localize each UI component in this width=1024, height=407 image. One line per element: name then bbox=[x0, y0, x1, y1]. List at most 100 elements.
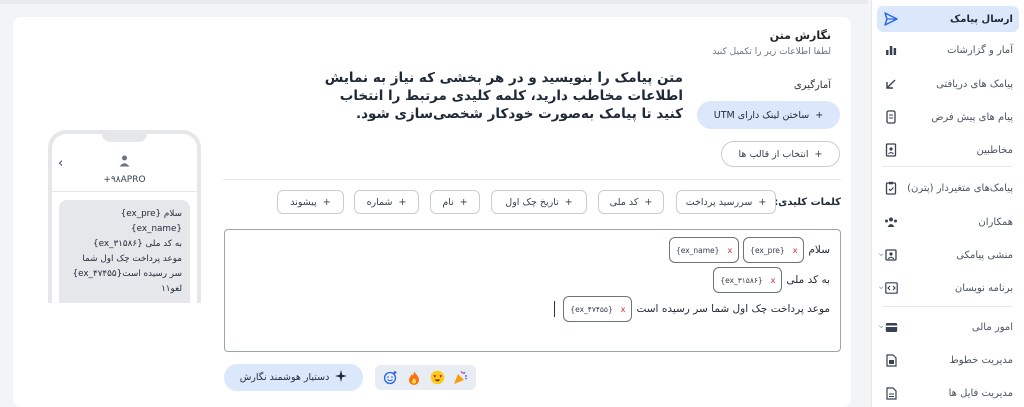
variable-tag[interactable]: {ex_pre} x bbox=[743, 237, 805, 263]
keyword-label: شماره bbox=[366, 196, 393, 208]
keyword-label: نام bbox=[442, 196, 454, 208]
sim-icon bbox=[883, 352, 899, 368]
message-line: لغو۱۱ bbox=[161, 284, 182, 294]
help-text: متن پیامک را بنویسید و در هر بخشی که نیا… bbox=[324, 70, 683, 122]
tag-text: {ex_name} bbox=[675, 245, 720, 255]
add-emoji-icon[interactable] bbox=[383, 370, 399, 386]
plus-icon: + bbox=[815, 109, 824, 121]
party-popper-emoji-icon[interactable] bbox=[452, 370, 468, 386]
phone-message-icon bbox=[883, 109, 899, 125]
phone-notch bbox=[102, 134, 147, 142]
utm-link-button[interactable]: + ساختن لینک دارای UTM bbox=[697, 101, 840, 129]
variable-tag[interactable]: {ex_۴۷۴۵۵} x bbox=[563, 296, 633, 322]
chevron-down-icon: ⌄ bbox=[877, 281, 886, 292]
keyword-chip-first-check-date[interactable]: + تاریخ چک اول bbox=[491, 190, 587, 214]
plus-icon: + bbox=[564, 196, 573, 208]
text-caret bbox=[554, 301, 556, 317]
remove-tag-icon[interactable]: x bbox=[771, 276, 776, 285]
contact-card-icon bbox=[883, 142, 899, 158]
sidebar-item-received[interactable]: پیامک های دریافتی bbox=[877, 71, 1019, 97]
keyword-label: سررسید پرداخت bbox=[685, 196, 753, 208]
message-line: به کد ملی {ex_۳۱۵۸۶} bbox=[92, 239, 182, 249]
sidebar-item-label: برنامه نویسان bbox=[954, 282, 1013, 294]
editor-line: موعد پرداخت چک اول شما سر رسیده است {ex_… bbox=[554, 296, 830, 322]
sidebar-item-label: پیام های پیش فرض bbox=[931, 111, 1013, 123]
keyword-chip-name[interactable]: + نام bbox=[430, 190, 480, 214]
sidebar-item-label: مدیریت خطوط bbox=[949, 354, 1014, 366]
sidebar-item-label: همکاران bbox=[978, 216, 1013, 228]
sidebar-item-default-messages[interactable]: پیام های پیش فرض bbox=[877, 104, 1019, 130]
plus-icon: + bbox=[398, 196, 407, 208]
utm-link-label: ساختن لینک دارای UTM bbox=[713, 109, 810, 121]
emoji-bar bbox=[375, 365, 476, 390]
sidebar-item-contacts[interactable]: مخاطبین bbox=[877, 137, 1019, 163]
page-subtitle: لطفا اطلاعات زیر را تکمیل کنید bbox=[712, 47, 831, 57]
sidebar-item-label: منشی پیامکی bbox=[956, 249, 1013, 261]
message-editor[interactable]: سلام {ex_pre} x {ex_name} x به کد ملی {ex_… bbox=[224, 229, 841, 352]
sidebar-item-lines[interactable]: مدیریت خطوط bbox=[877, 347, 1019, 373]
sidebar-item-label: آمار و گزارشات bbox=[947, 44, 1013, 56]
message-line: موعد پرداخت چک اول شما bbox=[82, 254, 182, 264]
keyword-label: کد ملی bbox=[609, 196, 639, 208]
keyword-chip-national-id[interactable]: + کد ملی bbox=[598, 190, 664, 214]
select-template-button[interactable]: + انتخاب از قالب ها bbox=[721, 141, 840, 167]
writing-assistant-button[interactable]: دستیار هوشمند نگارش bbox=[224, 364, 363, 391]
file-icon bbox=[883, 385, 899, 401]
sidebar-item-label: مخاطبین bbox=[976, 144, 1013, 156]
chevron-down-icon: ⌄ bbox=[877, 248, 886, 259]
message-line: سر رسیده است{ex_۴۷۴۵۵} bbox=[72, 269, 182, 279]
sidebar-item-label: پیامک‌های متغیردار (پترن) bbox=[907, 182, 1013, 194]
bar-chart-icon bbox=[883, 42, 899, 58]
variable-tag[interactable]: {ex_۳۱۵۸۶} x bbox=[713, 267, 783, 293]
sidebar-item-sms-assistant[interactable]: منشی پیامکی ⌄ bbox=[877, 242, 1019, 268]
contact-avatar-icon bbox=[118, 154, 131, 167]
sidebar-item-label: امور مالی bbox=[971, 321, 1013, 333]
variable-tag[interactable]: {ex_name} x bbox=[668, 237, 740, 263]
team-icon bbox=[883, 214, 899, 230]
plus-icon: + bbox=[758, 196, 767, 208]
sidebar-divider bbox=[882, 166, 1012, 167]
sidebar-item-label: پیامک های دریافتی bbox=[936, 78, 1013, 90]
sidebar-item-send-sms[interactable]: ارسال پیامک bbox=[877, 6, 1019, 32]
message-line: سلام {ex_pre} {ex_name} bbox=[120, 209, 182, 234]
keyword-chip-prefix[interactable]: + پیشوند bbox=[277, 190, 344, 214]
writing-assistant-label: دستیار هوشمند نگارش bbox=[239, 372, 330, 383]
sender-name: +۹۸APRO bbox=[103, 175, 146, 185]
sidebar-item-reports[interactable]: آمار و گزارشات bbox=[877, 37, 1019, 63]
sidebar-item-label: مدیریت فایل ها bbox=[948, 387, 1013, 399]
send-icon bbox=[883, 11, 899, 27]
heart-eyes-emoji-icon[interactable] bbox=[429, 370, 445, 386]
keyword-chip-due-date[interactable]: + سررسید پرداخت bbox=[676, 190, 776, 214]
sidebar-item-colleagues[interactable]: همکاران bbox=[877, 209, 1019, 235]
remove-tag-icon[interactable]: x bbox=[793, 246, 798, 255]
select-template-label: انتخاب از قالب ها bbox=[738, 148, 809, 160]
editor-line: به کد ملی {ex_۳۱۵۸۶} x bbox=[713, 267, 830, 293]
remove-tag-icon[interactable]: x bbox=[727, 246, 732, 255]
editor-line: سلام {ex_pre} x {ex_name} x bbox=[668, 237, 830, 263]
sidebar-item-label: ارسال پیامک bbox=[950, 13, 1013, 25]
tag-text: {ex_pre} bbox=[750, 245, 785, 255]
divider bbox=[223, 179, 841, 180]
sidebar-item-finance[interactable]: امور مالی ⌄ bbox=[877, 314, 1019, 340]
keyword-chip-number[interactable]: + شماره bbox=[354, 190, 419, 214]
message-bubble: سلام {ex_pre} {ex_name} به کد ملی {ex_۳۱… bbox=[59, 200, 190, 303]
tag-text: {ex_۴۷۴۵۵} bbox=[570, 304, 613, 314]
back-chevron-icon: ‹ bbox=[58, 156, 64, 171]
sparkle-icon bbox=[335, 370, 348, 385]
code-icon bbox=[883, 280, 899, 296]
arrow-down-left-icon bbox=[883, 76, 899, 92]
phone-preview: ‹ +۹۸APRO سلام {ex_pre} {ex_name} به کد … bbox=[48, 130, 201, 303]
sidebar-divider bbox=[882, 306, 1012, 307]
sidebar-item-patterns[interactable]: پیامک‌های متغیردار (پترن) bbox=[877, 175, 1019, 201]
editor-text: سلام bbox=[808, 244, 830, 256]
pattern-clipboard-icon bbox=[883, 180, 899, 196]
keyword-label: پیشوند bbox=[290, 196, 317, 208]
sidebar-item-files[interactable]: مدیریت فایل ها bbox=[877, 380, 1019, 406]
keyword-label: تاریخ چک اول bbox=[505, 196, 559, 208]
fire-emoji-icon[interactable] bbox=[406, 370, 422, 386]
sidebar-item-developers[interactable]: برنامه نویسان ⌄ bbox=[877, 275, 1019, 301]
remove-tag-icon[interactable]: x bbox=[621, 305, 626, 314]
sidebar: ارسال پیامک آمار و گزارشات پیامک های دری… bbox=[871, 0, 1024, 407]
divider bbox=[52, 191, 197, 192]
plus-icon: + bbox=[814, 148, 823, 160]
